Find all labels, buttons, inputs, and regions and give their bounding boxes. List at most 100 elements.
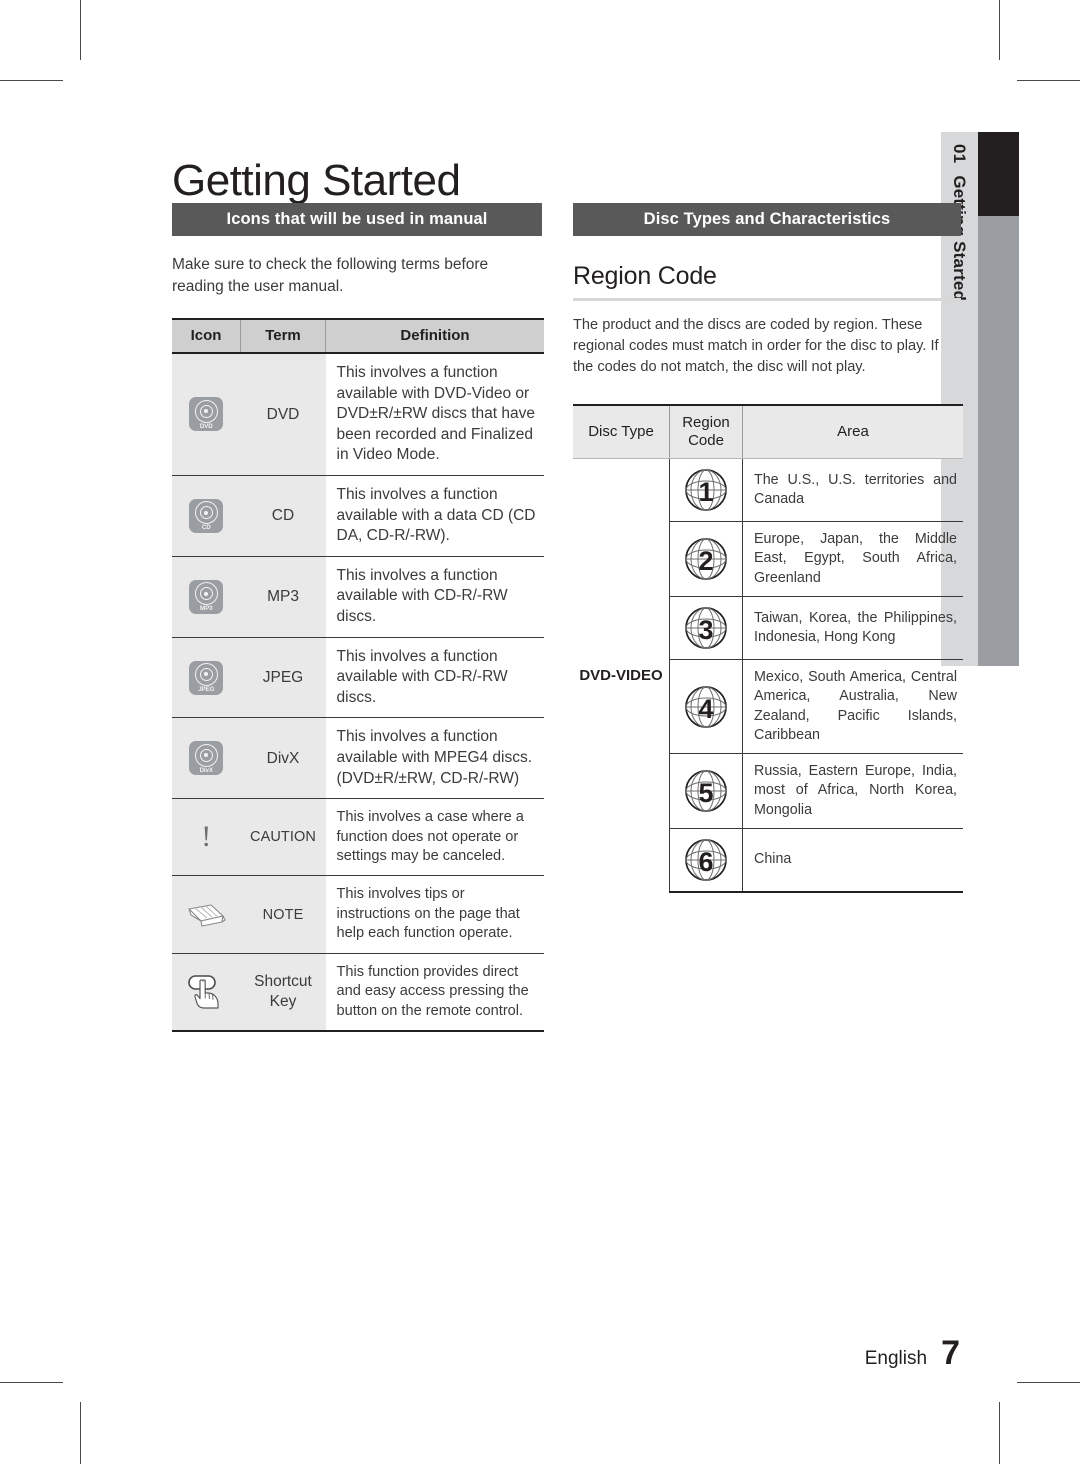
area-cell: Russia, Eastern Europe, India, most of A… [742,753,963,830]
disc-mp3-icon: MP3 [189,579,224,614]
side-tab-black-marker [978,132,1019,216]
term-cell: MP3 [240,556,326,638]
right-column: Disc Types and Characteristics Region Co… [573,203,963,894]
footer-language: English [864,1348,928,1369]
definition-cell: This involves a function available with … [325,637,544,719]
icons-intro-text: Make sure to check the following terms b… [172,256,489,295]
region-code-cell: 1 [669,458,743,523]
table-row: NOTE This involves tips or instructions … [172,875,544,954]
disc-cd-icon: CD [189,498,224,533]
subtitle-rule [573,297,961,301]
table-row: MP3 MP3 This involves a function availab… [172,556,544,638]
region-code-table: Disc Type Region Code Area DVD-VIDEO 1 T… [573,404,963,894]
definition-cell: This involves a function available with … [325,352,544,476]
table-row: CD CD This involves a function available… [172,475,544,557]
disc-jpeg-icon: JPEG [189,660,224,695]
table-header-row: Disc Type Region Code Area [573,404,963,460]
definition-cell: This function provides direct and easy a… [325,953,544,1032]
disc-ring-shape [194,501,218,525]
disc-ring-shape [194,399,218,423]
manual-page: 01 Getting Started Getting Started Icons… [0,0,1080,1464]
disc-ring-shape [194,582,218,606]
area-cell: Mexico, South America, Central America, … [742,659,963,755]
section-heading-disc-types: Disc Types and Characteristics [573,203,961,237]
exclamation-caution-icon: ! [201,820,212,854]
table-row: ! CAUTION This involves a case where a f… [172,798,544,877]
column-header-area: Area [742,404,963,460]
region-code-cell: 4 [669,659,743,755]
svg-text:3: 3 [698,615,713,645]
table-row: Shortcut Key This function provides dire… [172,953,544,1032]
table-row: DivX DivX This involves a function avail… [172,717,544,800]
disc-icon-label: DVD [199,422,213,430]
svg-text:6: 6 [698,847,713,877]
region-code-cell: 2 [669,521,743,597]
area-cell: The U.S., U.S. territories and Canada [742,458,963,523]
icon-cell: JPEG [172,637,241,719]
column-header-icon: Icon [172,317,241,354]
region-code-cell: 5 [669,753,743,830]
disc-type-cell: DVD-VIDEO [573,458,670,893]
disc-ring-shape [194,743,218,767]
definition-cell: This involves a function available with … [325,717,544,800]
definition-cell: This involves a function available with … [325,556,544,638]
disc-icon-label: JPEG [198,685,215,693]
table-row: DVD-VIDEO 1 The U.S., U.S. territories a… [573,458,963,893]
disc-icon-label: CD [201,524,211,532]
region-code-subtitle: Region Code [573,262,717,291]
page-title: Getting Started [172,156,461,206]
term-cell: NOTE [240,875,326,954]
disc-icon-label: DivX [199,766,213,774]
icon-cell: DVD [172,352,241,476]
pencil-note-icon [188,904,226,927]
globe-region-2-icon: 2 [685,538,727,580]
left-column: Icons that will be used in manual Make s… [172,203,544,1032]
section-heading-icons: Icons that will be used in manual [172,203,542,237]
icons-legend-table: Icon Term Definition DVD DVD This involv… [172,317,544,1032]
icon-cell: MP3 [172,556,241,638]
column-header-disc-type: Disc Type [573,404,670,460]
icon-cell [172,875,241,954]
svg-text:5: 5 [698,778,713,808]
area-cell: China [742,828,963,894]
column-header-region-code: Region Code [669,404,743,460]
disc-icon-label: MP3 [200,605,213,613]
region-code-cell: 3 [669,596,743,660]
column-header-term: Term [240,317,326,354]
term-cell: CAUTION [240,798,326,877]
table-header-row: Icon Term Definition [172,317,544,354]
term-cell: Shortcut Key [240,953,326,1032]
table-row: DVD DVD This involves a function availab… [172,352,544,476]
area-cell: Europe, Japan, the Middle East, Egypt, S… [742,521,963,597]
globe-region-3-icon: 3 [685,607,727,649]
footer-page-number: 7 [941,1334,960,1372]
icon-cell: DivX [172,717,241,800]
hand-pressing-button-icon [188,974,219,1009]
globe-region-1-icon: 1 [685,469,727,511]
area-cell: Taiwan, Korea, the Philippines, Indonesi… [742,596,963,660]
globe-region-6-icon: 6 [685,839,727,881]
icon-cell: CD [172,475,241,557]
svg-text:4: 4 [698,694,713,724]
column-header-definition: Definition [325,317,544,354]
globe-region-5-icon: 5 [685,770,727,812]
page-footer: English 7 [865,1336,960,1370]
disc-divx-icon: DivX [189,741,224,776]
definition-cell: This involves a case where a function do… [325,798,544,877]
icon-cell [172,953,241,1032]
term-cell: JPEG [240,637,326,719]
side-tab-chapter-number: 01 [950,144,970,164]
svg-text:1: 1 [698,477,713,507]
region-code-body-text: The product and the discs are coded by r… [573,316,939,375]
definition-cell: This involves tips or instructions on th… [325,875,544,954]
icon-cell: ! [172,798,241,877]
disc-dvd-icon: DVD [189,397,224,432]
svg-text:2: 2 [698,546,713,576]
table-row: JPEG JPEG This involves a function avail… [172,637,544,719]
definition-cell: This involves a function available with … [325,475,544,557]
term-cell: DivX [240,717,326,800]
region-code-cell: 6 [669,828,743,894]
term-cell: DVD [240,352,326,476]
globe-region-4-icon: 4 [685,685,727,728]
disc-ring-shape [194,662,218,686]
